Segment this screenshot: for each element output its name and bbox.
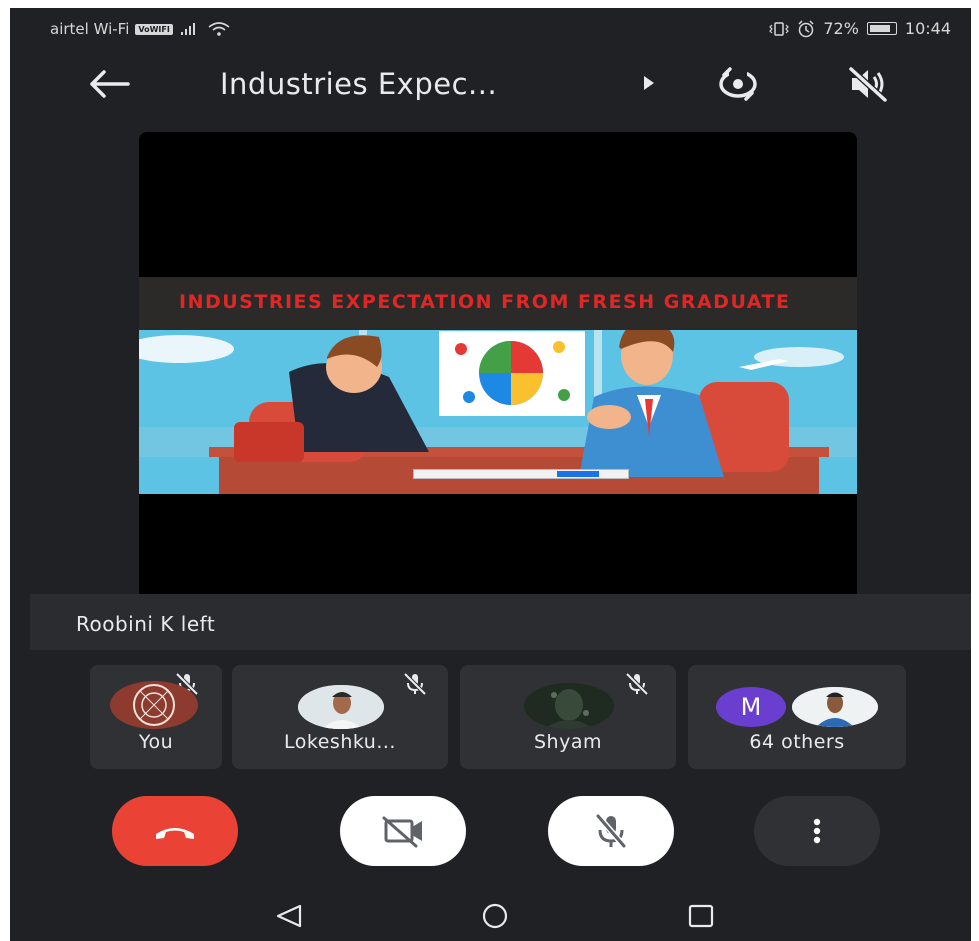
mic-off-icon bbox=[625, 672, 649, 696]
end-call-icon bbox=[156, 828, 194, 839]
status-bar: airtel Wi-Fi VoWIFI 72% 10:44 bbox=[10, 8, 971, 52]
mic-off-icon bbox=[595, 814, 627, 848]
switch-camera-icon[interactable] bbox=[716, 64, 760, 104]
avatar bbox=[298, 685, 384, 729]
participant-left-text: Roobini K left bbox=[76, 612, 216, 636]
carrier-label: airtel Wi-Fi bbox=[50, 20, 130, 38]
clock: 10:44 bbox=[904, 19, 951, 38]
nav-home-icon[interactable] bbox=[478, 903, 512, 929]
mic-off-icon bbox=[403, 672, 427, 696]
play-triangle-icon[interactable] bbox=[644, 76, 654, 90]
back-arrow-icon[interactable] bbox=[84, 66, 134, 102]
participant-tile-others[interactable]: M 64 others bbox=[688, 665, 906, 769]
end-call-button[interactable] bbox=[112, 796, 238, 866]
participant-left-banner: Roobini K left bbox=[30, 594, 971, 650]
vibrate-icon bbox=[769, 21, 790, 36]
mic-toggle-button[interactable] bbox=[548, 796, 674, 866]
avatar-letter: M bbox=[716, 687, 786, 727]
more-options-button[interactable] bbox=[754, 796, 880, 866]
participant-name: Lokeshku... bbox=[284, 731, 396, 753]
meeting-title[interactable]: Industries Expec... bbox=[220, 67, 497, 101]
meet-call-screen: airtel Wi-Fi VoWIFI 72% 10:44 Industries… bbox=[10, 8, 971, 941]
more-options-icon bbox=[813, 818, 821, 844]
screen-share-banner bbox=[413, 469, 629, 479]
alarm-icon bbox=[798, 19, 814, 37]
avatar bbox=[110, 681, 198, 729]
participant-name: You bbox=[138, 731, 174, 753]
nav-back-icon[interactable] bbox=[274, 903, 304, 929]
participant-name: Shyam bbox=[534, 731, 602, 753]
battery-percent: 72% bbox=[823, 19, 859, 38]
participant-tile-lokeshku[interactable]: Lokeshku... bbox=[232, 665, 448, 769]
avatar-letter-text: M bbox=[740, 693, 762, 721]
speaker-off-icon[interactable] bbox=[846, 64, 890, 104]
presentation-video[interactable]: INDUSTRIES EXPECTATION FROM FRESH GRADUA… bbox=[139, 132, 857, 594]
battery-icon bbox=[866, 22, 897, 35]
participant-tile-shyam[interactable]: Shyam bbox=[460, 665, 676, 769]
nav-recents-icon[interactable] bbox=[686, 903, 716, 929]
shared-slide: INDUSTRIES EXPECTATION FROM FRESH GRADUA… bbox=[139, 277, 857, 494]
system-nav-bar bbox=[10, 890, 971, 941]
participant-name: 64 others bbox=[749, 731, 845, 753]
participant-tile-you[interactable]: You bbox=[90, 665, 222, 769]
avatar bbox=[524, 683, 614, 729]
call-header: Industries Expec... bbox=[10, 56, 971, 112]
avatar bbox=[792, 687, 878, 727]
vowifi-badge: VoWIFI bbox=[135, 23, 173, 35]
slide-title: INDUSTRIES EXPECTATION FROM FRESH GRADUA… bbox=[179, 291, 791, 313]
slide-header: INDUSTRIES EXPECTATION FROM FRESH GRADUA… bbox=[139, 277, 857, 330]
camera-toggle-button[interactable] bbox=[340, 796, 466, 866]
signal-icon bbox=[180, 23, 195, 35]
wifi-icon bbox=[208, 22, 230, 36]
camera-off-icon bbox=[382, 816, 422, 848]
